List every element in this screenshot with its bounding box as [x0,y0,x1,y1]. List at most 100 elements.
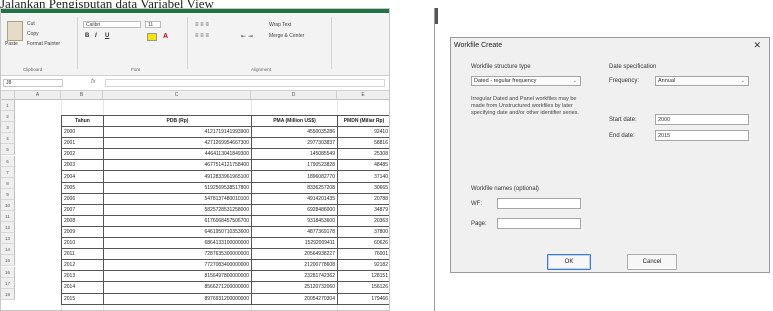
header-pmdn[interactable]: PMDN (Miliar Rp) [337,114,389,128]
cell-pma[interactable]: 145085549 [251,148,338,161]
align-top-icon[interactable]: ≡ ≡ ≡ [195,22,209,28]
cut-button[interactable]: Cut [27,21,35,27]
cell-tahun[interactable]: 2013 [61,270,104,283]
cell-pmdn[interactable]: 20788 [337,192,389,205]
cell-pmdn[interactable]: 34879 [337,203,389,216]
cell-tahun[interactable]: 2004 [61,170,104,183]
cell-tahun[interactable]: 2003 [61,159,104,172]
paste-icon[interactable] [7,21,23,41]
close-icon[interactable]: ✕ [753,40,761,51]
italic-button[interactable]: I [95,33,97,39]
merge-center-button[interactable]: Merge & Center [269,33,304,39]
cell-pmdn[interactable]: 92410 [337,126,389,139]
cell-pma[interactable]: 20564938227 [251,248,338,261]
cell-pdb[interactable]: 4121719141993900 [103,126,252,139]
cell-pma[interactable]: 15292009411 [251,237,338,250]
cell-pmdn[interactable]: 48485 [337,159,389,172]
cell-pmdn[interactable]: 92182 [337,259,389,272]
cell-tahun[interactable]: 2002 [61,148,104,161]
cell-pdb[interactable]: 7287635300000000 [103,248,252,261]
frequency-select[interactable]: Annual ⌄ [655,76,749,86]
cell-pmdn[interactable]: 37800 [337,225,389,239]
cell-pdb[interactable]: 7727083400000000 [103,259,252,272]
wf-name-input[interactable] [497,198,581,209]
header-tahun[interactable]: Tahun [61,114,104,128]
ok-button[interactable]: OK [547,254,591,270]
cell-pmdn[interactable]: 20363 [337,214,389,227]
cell-pdb[interactable]: 5478137480010100 [103,192,252,205]
row-header[interactable]: 13 [1,233,15,245]
cell-pdb[interactable]: 4271269954667300 [103,137,252,150]
fill-color-icon[interactable] [147,33,157,41]
cell-pma[interactable]: 6928486000 [251,203,338,216]
cell-tahun[interactable]: 2008 [61,214,104,227]
row-header[interactable]: 6 [1,155,15,167]
indent-icon[interactable]: ⇤ ⇥ [241,33,253,40]
wrap-text-button[interactable]: Wrap Text [269,22,291,28]
cancel-button[interactable]: Cancel [627,254,677,270]
bold-button[interactable]: B [85,33,89,39]
cell-pma[interactable]: 9318453600 [251,214,338,227]
row-header[interactable]: 11 [1,211,15,223]
row-header[interactable]: 15 [1,255,15,267]
row-header[interactable]: 4 [1,133,15,145]
row-header[interactable]: 1 [1,100,15,112]
header-pma[interactable]: PMA (Million US$) [251,114,338,128]
align-left-icon[interactable]: ≡ ≡ ≡ [195,33,209,39]
row-header[interactable]: 14 [1,244,15,256]
format-painter-button[interactable]: Format Painter [27,41,60,47]
row-header[interactable]: 16 [1,266,15,278]
cell-pdb[interactable]: 6461950710353600 [103,225,252,239]
cell-tahun[interactable]: 2009 [61,225,104,239]
cell-pmdn[interactable]: 76001 [337,248,389,261]
formula-input[interactable] [105,79,385,87]
cell-tahun[interactable]: 2011 [61,248,104,261]
cell-pmdn[interactable]: 25308 [337,148,389,161]
cell-pdb[interactable]: 5192569538517800 [103,181,252,194]
cell-pma[interactable]: 23281742362 [251,270,338,283]
cell-pmdn[interactable]: 156126 [337,281,389,294]
cell-pdb[interactable]: 4677514121758400 [103,159,252,172]
cell-tahun[interactable]: 2015 [61,292,104,305]
row-header[interactable]: 18 [1,288,15,300]
cell-tahun[interactable]: 2006 [61,192,104,205]
cell-pma[interactable]: 4914201435 [251,192,338,205]
row-header[interactable]: 2 [1,111,15,123]
cell-pma[interactable]: 25120732060 [251,281,338,294]
end-date-input[interactable]: 2015 [655,130,749,141]
font-size-select[interactable]: 11 [145,21,161,28]
cell-tahun[interactable]: 2000 [61,126,104,139]
cell-pdb[interactable]: 5825728531258000 [103,203,252,216]
cell-pma[interactable]: 8336257208 [251,181,338,194]
row-header[interactable]: 12 [1,222,15,234]
row-header[interactable]: 8 [1,177,15,189]
start-date-input[interactable]: 2000 [655,114,749,125]
cell-tahun[interactable]: 2007 [61,203,104,216]
structure-type-select[interactable]: Dated - regular frequency ⌄ [471,76,581,86]
underline-button[interactable]: U [105,33,109,39]
row-header[interactable]: 9 [1,188,15,200]
cell-pma[interactable]: 2977303837 [251,137,338,150]
cell-pdb[interactable]: 6864133100000000 [103,237,252,250]
cell-pdb[interactable]: 8566271200000000 [103,281,252,294]
cell-tahun[interactable]: 2012 [61,259,104,272]
cell-pmdn[interactable]: 30665 [337,181,389,194]
cell-pmdn[interactable]: 128151 [337,270,389,283]
select-all-corner[interactable] [1,91,15,100]
cell-tahun[interactable]: 2010 [61,237,104,250]
font-name-select[interactable]: Calibri [83,21,141,28]
cell-pma[interactable]: 4877369178 [251,225,338,239]
cell-pma[interactable]: 21200778608 [251,259,338,272]
cell-pmdn[interactable]: 179466 [337,292,389,305]
cell-pmdn[interactable]: 60626 [337,237,389,250]
column-header[interactable]: E [337,91,389,100]
name-box[interactable]: J8 [3,79,63,87]
cell-tahun[interactable]: 2005 [61,181,104,194]
paste-button[interactable]: Paste [5,41,18,47]
cell-pdb[interactable]: 4912833961965100 [103,170,252,183]
column-header[interactable]: A [15,91,61,100]
cell-pmdn[interactable]: 58816 [337,137,389,150]
row-header[interactable]: 10 [1,199,15,211]
row-header[interactable]: 5 [1,144,15,156]
row-header[interactable]: 3 [1,122,15,134]
